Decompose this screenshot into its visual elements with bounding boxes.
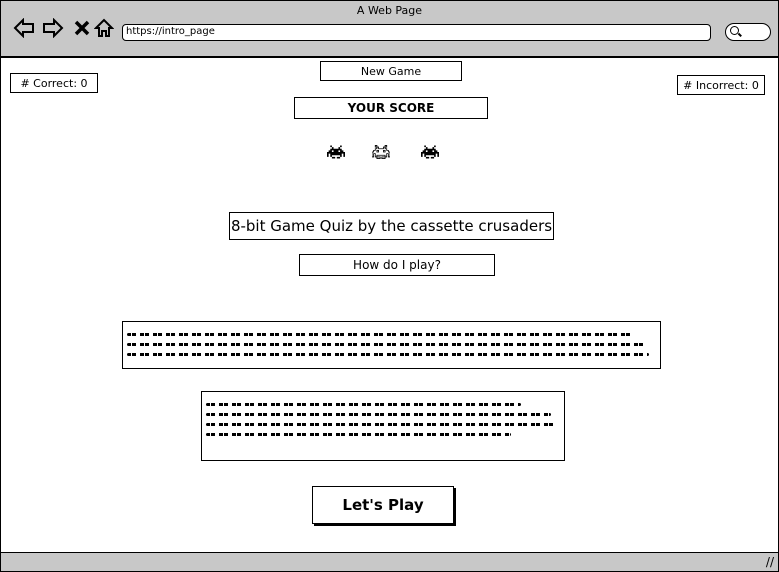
space-invader-icon (421, 145, 439, 159)
browser-window: A Web Page https://intro_page # Correct:… (0, 0, 779, 572)
url-bar[interactable]: https://intro_page (122, 24, 711, 41)
scribble-line (206, 433, 511, 436)
incorrect-counter: # Incorrect: 0 (677, 75, 765, 95)
lets-play-button[interactable]: Let's Play (312, 486, 454, 524)
scribble-line (206, 423, 556, 426)
resize-grip-icon[interactable]: // (766, 555, 774, 569)
scribble-line (127, 343, 647, 346)
search-icon (730, 26, 739, 35)
intro-paragraph (122, 321, 661, 369)
browser-titlebar: A Web Page https://intro_page (1, 1, 778, 58)
how-to-play-button[interactable]: How do I play? (299, 254, 495, 276)
instructions-paragraph (201, 391, 565, 461)
scribble-line (206, 413, 551, 416)
space-invader-icon (372, 145, 390, 159)
space-invader-icon (327, 145, 345, 159)
search-button[interactable] (725, 23, 771, 41)
back-arrow-icon[interactable] (13, 17, 35, 39)
scribble-line (127, 353, 649, 356)
window-title: A Web Page (356, 4, 423, 17)
correct-counter: # Correct: 0 (10, 73, 98, 93)
status-bar: // (1, 552, 778, 571)
new-game-button[interactable]: New Game (320, 61, 462, 81)
close-icon[interactable] (71, 17, 93, 39)
scribble-line (206, 403, 521, 406)
forward-arrow-icon[interactable] (42, 17, 64, 39)
your-score-button[interactable]: YOUR SCORE (294, 97, 488, 119)
quiz-title: 8-bit Game Quiz by the cassette crusader… (229, 212, 554, 240)
home-icon[interactable] (93, 17, 115, 39)
scribble-line (127, 333, 632, 336)
